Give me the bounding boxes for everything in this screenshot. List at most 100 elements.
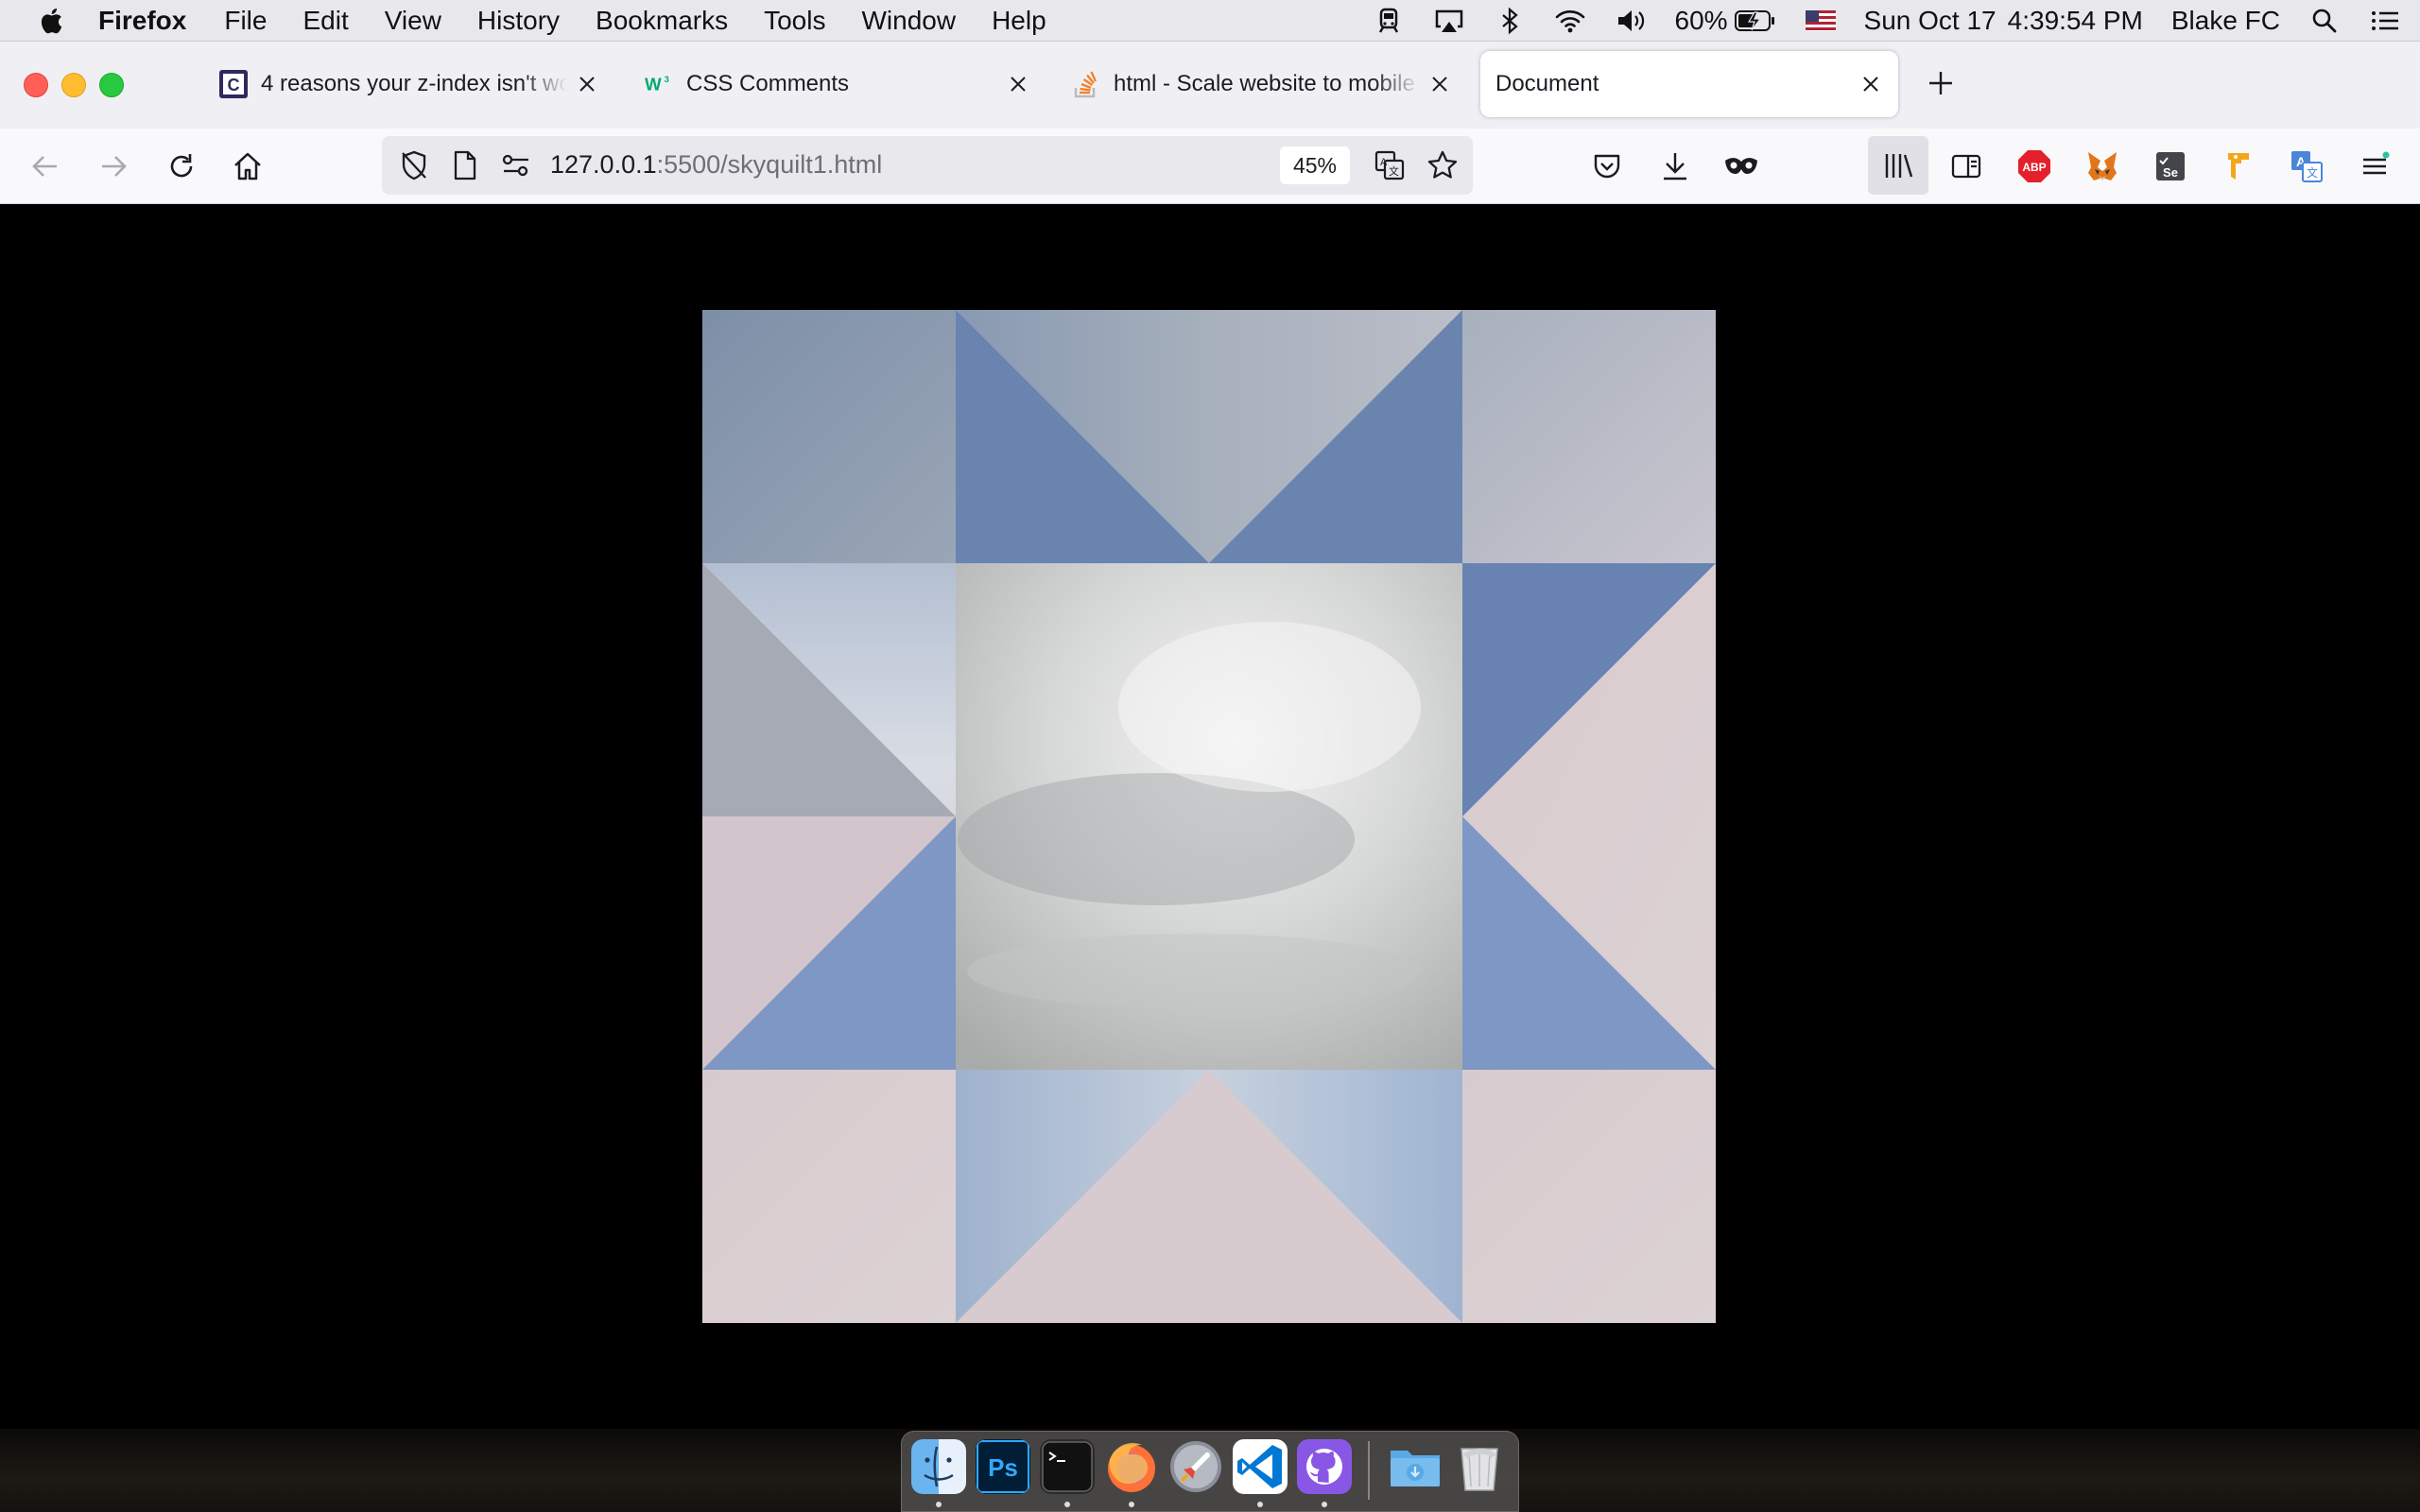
- finder-icon[interactable]: [911, 1439, 966, 1494]
- bookmark-star-icon[interactable]: [1424, 146, 1461, 184]
- extension-key-icon[interactable]: [2220, 147, 2257, 185]
- tab-z-index[interactable]: C 4 reasons your z-index isn't working: [216, 51, 607, 117]
- macos-dock: Ps: [901, 1431, 1519, 1512]
- sidebar-toggle-icon[interactable]: [1947, 147, 1985, 185]
- quilt-corner-bottom-left: [702, 1070, 956, 1323]
- quilt-center-cloud-band: [967, 934, 1421, 1009]
- zoom-level-badge[interactable]: 45%: [1280, 146, 1350, 184]
- airplay-icon[interactable]: [1433, 7, 1465, 35]
- svg-text:ABP: ABP: [2022, 161, 2046, 174]
- battery-charging-icon[interactable]: [1734, 9, 1777, 33]
- menu-help[interactable]: Help: [992, 6, 1046, 36]
- svg-text:W: W: [645, 75, 662, 94]
- tab-close-icon[interactable]: [1858, 72, 1883, 96]
- firefox-running-indicator: [1129, 1502, 1134, 1507]
- svg-text:Se: Se: [2163, 165, 2178, 180]
- quilt-corner-top-left: [702, 310, 956, 563]
- navigation-toolbar: 127.0.0.1:5500/skyquilt1.html 45% A文 ABP…: [0, 129, 2420, 204]
- zoom-window-button[interactable]: [99, 73, 124, 97]
- tab-close-icon[interactable]: [1427, 72, 1452, 96]
- menu-file[interactable]: File: [224, 6, 267, 36]
- translate-icon[interactable]: A文: [1371, 146, 1409, 184]
- vscode-running-indicator: [1257, 1502, 1263, 1507]
- url-path: :5500/skyquilt1.html: [656, 150, 883, 179]
- vscode-icon[interactable]: [1233, 1439, 1288, 1494]
- tab-document[interactable]: Document: [1480, 51, 1898, 117]
- url-host: 127.0.0.1: [550, 150, 657, 179]
- train-icon[interactable]: [1373, 7, 1405, 35]
- spotlight-search-icon[interactable]: [2308, 7, 2341, 35]
- menu-bookmarks[interactable]: Bookmarks: [596, 6, 728, 36]
- url-bar[interactable]: 127.0.0.1:5500/skyquilt1.html 45% A文: [382, 136, 1473, 195]
- tab-title: Document: [1495, 71, 1599, 96]
- svg-text:文: 文: [2307, 165, 2318, 180]
- volume-icon[interactable]: [1615, 7, 1647, 35]
- menu-tools[interactable]: Tools: [764, 6, 825, 36]
- menubar-time[interactable]: 4:39:54 PM: [2008, 6, 2143, 36]
- menu-window[interactable]: Window: [861, 6, 956, 36]
- permissions-icon[interactable]: [497, 146, 535, 184]
- launchpad-icon[interactable]: [1168, 1439, 1223, 1494]
- url-text[interactable]: 127.0.0.1:5500/skyquilt1.html: [550, 150, 882, 180]
- menu-edit[interactable]: Edit: [302, 6, 348, 36]
- reload-icon[interactable]: [163, 147, 200, 185]
- notification-center-icon[interactable]: [2369, 7, 2401, 35]
- home-icon[interactable]: [229, 147, 267, 185]
- apple-icon[interactable]: [36, 6, 64, 36]
- svg-text:A: A: [1380, 157, 1388, 168]
- tab-strip: C 4 reasons your z-index isn't working W…: [0, 42, 2420, 129]
- tab-css-comments[interactable]: W3 CSS Comments: [643, 51, 1038, 117]
- trash-icon[interactable]: [1452, 1439, 1507, 1494]
- menu-view[interactable]: View: [385, 6, 441, 36]
- svg-text:3: 3: [665, 75, 669, 84]
- downloads-folder-icon[interactable]: [1388, 1439, 1443, 1494]
- selenium-ide-icon[interactable]: Se: [2152, 147, 2189, 185]
- photoshop-icon[interactable]: Ps: [976, 1439, 1030, 1494]
- menubar-date[interactable]: Sun Oct 17: [1864, 6, 1996, 36]
- sky-quilt-artwork: [702, 310, 1716, 1323]
- battery-percent: 60%: [1674, 6, 1728, 35]
- tab-title: CSS Comments: [686, 71, 850, 96]
- quilt-center-cloud-shadow: [958, 773, 1355, 905]
- close-window-button[interactable]: [24, 73, 48, 97]
- forward-icon[interactable]: [95, 147, 132, 185]
- app-menu-icon[interactable]: [2356, 147, 2394, 185]
- menu-history[interactable]: History: [477, 6, 560, 36]
- tab-title: 4 reasons your z-index isn't working: [261, 71, 567, 96]
- back-icon[interactable]: [26, 147, 64, 185]
- adblock-plus-icon[interactable]: ABP: [2015, 147, 2053, 185]
- macos-menu-bar: Firefox File Edit View History Bookmarks…: [0, 0, 2420, 42]
- quilt-corner-top-right: [1462, 310, 1716, 563]
- private-browsing-mask-icon[interactable]: [1722, 147, 1760, 185]
- page-content-viewport: [0, 204, 2420, 1429]
- library-icon[interactable]: [1868, 136, 1928, 195]
- github-desktop-icon[interactable]: [1297, 1439, 1352, 1494]
- us-flag-input-icon[interactable]: [1805, 10, 1836, 31]
- tab-close-icon[interactable]: [575, 72, 599, 96]
- tracking-protection-shield-icon[interactable]: [395, 146, 433, 184]
- menubar-user[interactable]: Blake FC: [2171, 6, 2280, 36]
- firefox-icon[interactable]: [1104, 1439, 1159, 1494]
- github-desktop-running-indicator: [1322, 1502, 1327, 1507]
- terminal-icon[interactable]: [1040, 1439, 1095, 1494]
- metamask-fox-icon[interactable]: [2083, 147, 2121, 185]
- downloads-icon[interactable]: [1656, 147, 1694, 185]
- tab-stackoverflow[interactable]: html - Scale website to mobile devices: [1070, 51, 1458, 117]
- new-tab-icon[interactable]: [1924, 66, 1958, 100]
- bluetooth-icon[interactable]: [1494, 7, 1526, 35]
- svg-text:C: C: [228, 76, 240, 94]
- css-tricks-favicon: C: [219, 70, 248, 98]
- wifi-icon[interactable]: [1554, 7, 1586, 35]
- minimize-window-button[interactable]: [61, 73, 86, 97]
- menu-app-name[interactable]: Firefox: [98, 6, 186, 36]
- terminal-running-indicator: [1064, 1502, 1070, 1507]
- w3schools-favicon: W3: [645, 70, 673, 98]
- dock-separator: [1368, 1441, 1370, 1500]
- pocket-icon[interactable]: [1588, 147, 1626, 185]
- page-info-icon[interactable]: [446, 146, 484, 184]
- translator-extension-icon[interactable]: A文: [2288, 147, 2325, 185]
- tab-close-icon[interactable]: [1006, 72, 1030, 96]
- svg-text:文: 文: [1389, 164, 1399, 178]
- quilt-corner-bottom-right: [1462, 1070, 1716, 1323]
- svg-text:Ps: Ps: [988, 1453, 1018, 1482]
